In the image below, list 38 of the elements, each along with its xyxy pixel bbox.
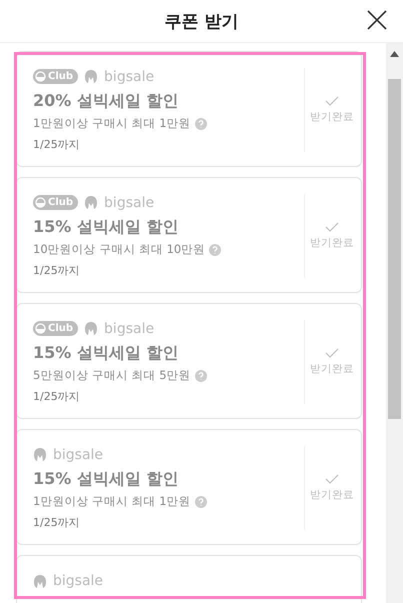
coupon-condition: 5만원이상 구매시 최대 5만원: [33, 368, 191, 383]
expiry-date: 1/25까지: [33, 263, 81, 278]
brand-name: bigsale: [53, 573, 104, 589]
expiry-date: 1/25까지: [33, 515, 81, 530]
brand-name: bigsale: [53, 446, 104, 462]
club-badge: Club: [33, 195, 78, 210]
scrollbar[interactable]: [386, 43, 403, 603]
received-status: 받기완료: [310, 488, 354, 502]
help-icon[interactable]: [209, 244, 222, 256]
brand-name: bigsale: [104, 68, 154, 84]
received-status: 받기완료: [310, 362, 354, 376]
received-status: 받기완료: [310, 110, 354, 124]
expiry-date: 1/25까지: [33, 137, 81, 152]
help-icon[interactable]: [194, 118, 207, 130]
brand-logo-icon: [33, 447, 47, 462]
coupon-condition: 1만원이상 구매시 최대 1만원: [33, 116, 191, 131]
scroll-up-icon[interactable]: [390, 51, 399, 57]
club-badge: Club: [33, 321, 78, 336]
help-icon[interactable]: [194, 496, 207, 508]
brand-name: bigsale: [104, 320, 154, 336]
coupon-title: 20% 설빅세일 할인: [33, 91, 180, 112]
coupon-title: 15% 설빅세일 할인: [33, 469, 180, 490]
coupon-condition: 10만원이상 구매시 최대 10만원: [33, 242, 206, 257]
close-icon: [366, 9, 388, 31]
help-icon[interactable]: [194, 370, 207, 382]
brand-logo-icon: [84, 195, 98, 210]
brand-logo-icon: [33, 574, 47, 588]
coupon-title: 15% 설빅세일 할인: [33, 343, 180, 364]
scrollbar-thumb[interactable]: [388, 79, 401, 419]
coupon-condition: 1만원이상 구매시 최대 1만원: [33, 494, 191, 509]
brand-logo-icon: [84, 321, 98, 336]
received-status: 받기완료: [310, 236, 354, 250]
dialog-title: 쿠폰 받기: [164, 10, 238, 32]
expiry-date: 1/25까지: [33, 389, 81, 404]
brand-logo-icon: [84, 69, 98, 84]
coupon-title: 15% 설빅세일 할인: [33, 217, 180, 238]
brand-name: bigsale: [104, 194, 154, 210]
club-badge: Club: [33, 69, 78, 84]
